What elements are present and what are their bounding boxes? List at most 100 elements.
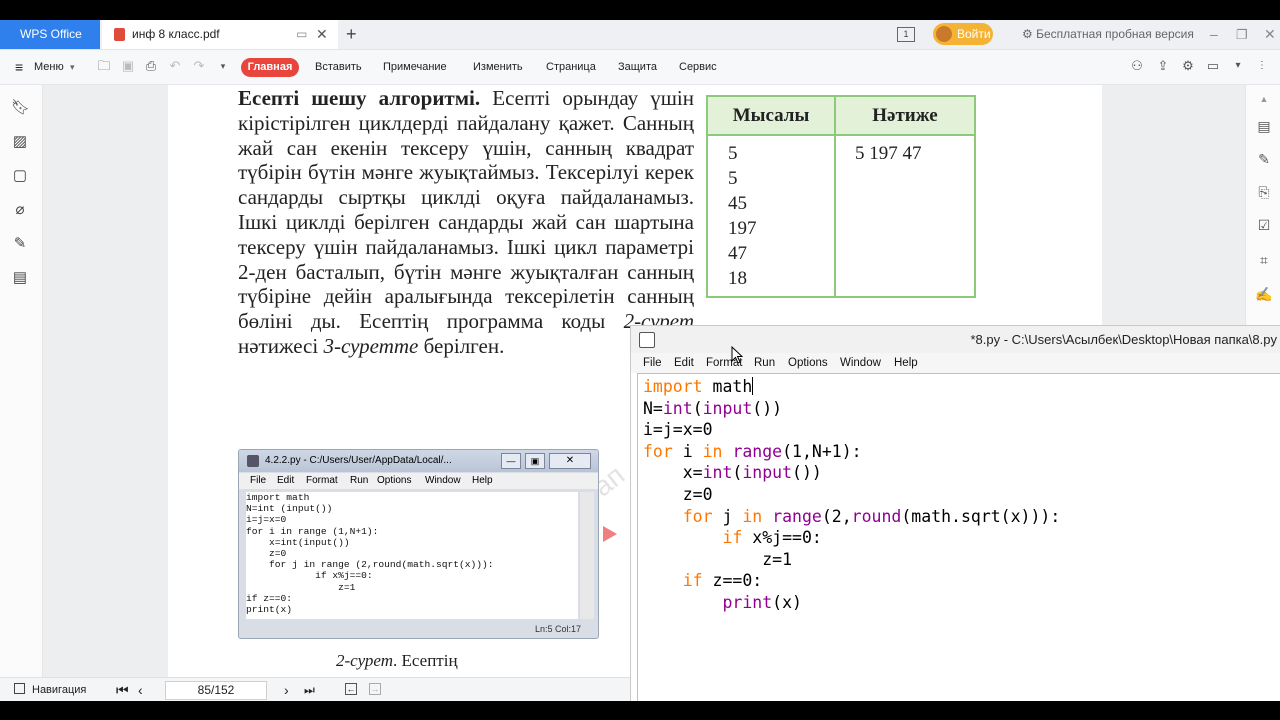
- menu-edit[interactable]: Edit: [674, 353, 694, 373]
- figure-menu-item: Window: [425, 475, 461, 486]
- tab-main[interactable]: Главная: [241, 58, 299, 77]
- user-edit-icon[interactable]: ⚇: [1130, 59, 1144, 73]
- paragraph-body: Есепті орындау үшін кірістірілген циклде…: [238, 86, 694, 334]
- python-file-icon: [639, 332, 655, 348]
- caption-rest: . Есептің: [393, 651, 458, 670]
- tab-insert[interactable]: Вставить: [315, 50, 362, 84]
- table-cell: 45: [728, 193, 747, 214]
- figure-caption: 2-сурет. Есептің: [336, 651, 458, 671]
- table-cell: 197: [728, 218, 757, 239]
- paragraph-mid: нәтижесі: [238, 333, 324, 358]
- code-text[interactable]: import math N=int(input()) i=j=x=0 for i…: [643, 376, 1060, 614]
- new-tab-icon[interactable]: +: [346, 20, 357, 49]
- navigation-icon[interactable]: [14, 683, 25, 694]
- pin-icon[interactable]: ▭: [296, 20, 307, 49]
- settings-icon[interactable]: ⚙: [1181, 59, 1195, 73]
- table-col-example: 5 5 45 197 47 18: [728, 141, 757, 291]
- menu-options[interactable]: Options: [788, 353, 828, 373]
- idle-title-bar[interactable]: *8.py - C:\Users\Асылбек\Desktop\Новая п…: [631, 326, 1280, 353]
- figure-code: import math N=int (input()) i=j=x=0 for …: [246, 492, 578, 619]
- menu-button[interactable]: Меню: [34, 50, 64, 84]
- more-icon[interactable]: ▾: [216, 59, 230, 73]
- restore-icon[interactable]: ❐: [1236, 20, 1248, 49]
- collapse-icon[interactable]: ▲: [1255, 90, 1273, 108]
- tab-comment[interactable]: Примечание: [383, 50, 447, 84]
- table-divider: [834, 97, 836, 296]
- tab-page[interactable]: Страница: [546, 50, 596, 84]
- login-label: Войти: [957, 27, 991, 41]
- left-sidebar: 🔖︎ ▨ ▢ ⌀ ✎ ▤: [0, 85, 43, 677]
- share-icon[interactable]: ⇪: [1156, 59, 1170, 73]
- figure-menu-item: Options: [377, 475, 412, 486]
- chevron-down-icon[interactable]: ▾: [1231, 59, 1245, 73]
- example-table: Мысалы Нәтиже 5 5 45 197 47 18 5 197 47: [706, 95, 976, 298]
- book-paragraph: Есепті шешу алгоритмі. Есепті орындау үш…: [238, 86, 694, 359]
- figure-title: 4.2.2.py - C:/Users/User/AppData/Local/.…: [265, 455, 452, 466]
- table-cell: 47: [728, 243, 747, 264]
- thumbnail-icon[interactable]: ▨: [11, 133, 29, 151]
- first-page-icon[interactable]: ⏮: [116, 678, 129, 702]
- more-dots-icon[interactable]: ⋮: [1255, 59, 1269, 73]
- figure-ref-3: 3-суретте: [323, 333, 419, 358]
- export-icon[interactable]: ⎘: [1255, 183, 1273, 201]
- prev-page-icon[interactable]: ‹: [138, 678, 143, 702]
- comment-icon[interactable]: ▭: [1206, 59, 1220, 73]
- code-editor[interactable]: import math N=int(input()) i=j=x=0 for i…: [637, 373, 1280, 703]
- gear-badge-icon: ⚙: [1022, 27, 1037, 41]
- trial-link[interactable]: ⚙ Бесплатная пробная версия: [1022, 20, 1194, 49]
- avatar-icon: [936, 26, 952, 42]
- paragraph-heading: Есепті шешу алгоритмі.: [238, 86, 481, 110]
- table-cell: 5 197 47: [855, 143, 922, 164]
- bookmark-icon[interactable]: 🔖︎: [11, 99, 30, 117]
- back-icon[interactable]: ←: [345, 683, 357, 695]
- redo-icon[interactable]: ↷: [192, 59, 206, 73]
- comment-icon[interactable]: ▢: [11, 167, 29, 185]
- table-cell: 18: [728, 268, 747, 289]
- page-count-icon[interactable]: 1: [897, 27, 915, 42]
- login-button[interactable]: Войти: [933, 23, 993, 45]
- figure-menu-item: Run: [350, 475, 369, 486]
- tab-document[interactable]: инф 8 класс.pdf ▭ ✕: [102, 20, 338, 49]
- figure-status: Ln:5 Col:17: [239, 621, 598, 638]
- menu-run[interactable]: Run: [754, 353, 775, 373]
- close-tab-icon[interactable]: ✕: [316, 20, 328, 49]
- forward-icon[interactable]: →: [369, 683, 381, 695]
- attachment-icon[interactable]: ⌀: [11, 201, 29, 219]
- pdf-icon: [114, 28, 125, 41]
- scan-icon[interactable]: ⌗: [1255, 251, 1273, 269]
- form-icon[interactable]: ☑: [1255, 216, 1273, 234]
- figure-menu-item: Edit: [277, 475, 295, 486]
- undo-icon[interactable]: ↶: [168, 59, 182, 73]
- navigation-button[interactable]: Навигация: [32, 678, 86, 702]
- next-page-icon[interactable]: ›: [284, 678, 289, 702]
- signature-icon[interactable]: ✎: [11, 235, 29, 253]
- table-cell: 5: [728, 168, 738, 189]
- save-icon[interactable]: ▣: [121, 59, 135, 73]
- edit-pdf-icon[interactable]: ✎: [1255, 150, 1273, 168]
- menu-help[interactable]: Help: [894, 353, 918, 373]
- idle-editor-window: *8.py - C:\Users\Асылбек\Desktop\Новая п…: [630, 325, 1280, 703]
- tab-service[interactable]: Сервис: [679, 50, 717, 84]
- layers-icon[interactable]: ▤: [11, 269, 29, 287]
- tab-protect[interactable]: Защита: [618, 50, 657, 84]
- tab-wps-office[interactable]: WPS Office: [0, 20, 100, 49]
- table-cell: 5: [728, 143, 738, 164]
- sign-icon[interactable]: ✍: [1255, 285, 1273, 303]
- tab-edit[interactable]: Изменить: [473, 50, 523, 84]
- hamburger-icon[interactable]: ≡: [15, 50, 23, 84]
- figure-menu-item: Format: [306, 475, 338, 486]
- table-divider: [708, 134, 974, 136]
- page-number-input[interactable]: 85/152: [165, 681, 267, 700]
- last-page-icon[interactable]: ⏭: [304, 678, 315, 702]
- menu-file[interactable]: File: [643, 353, 662, 373]
- top-letterbox: [0, 0, 1280, 20]
- tab-document-title: инф 8 класс.pdf: [132, 27, 220, 41]
- menu-window[interactable]: Window: [840, 353, 881, 373]
- minimize-icon[interactable]: –: [1210, 20, 1218, 49]
- python-icon: [247, 455, 259, 467]
- chevron-down-icon[interactable]: ▾: [70, 50, 75, 84]
- convert-icon[interactable]: ▤: [1255, 117, 1273, 135]
- print-icon[interactable]: ⎙: [144, 59, 158, 73]
- open-folder-icon[interactable]: 🗀: [97, 59, 111, 73]
- close-window-icon[interactable]: ✕: [1264, 20, 1276, 49]
